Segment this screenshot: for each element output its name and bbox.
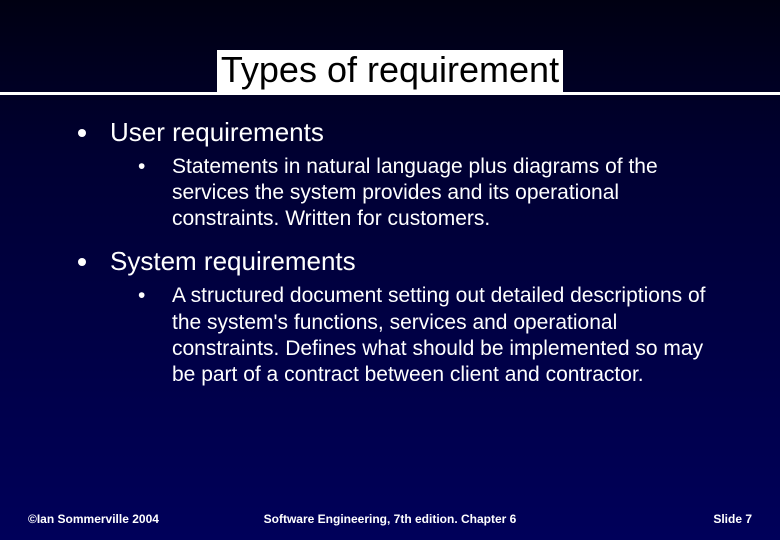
bullet-heading: User requirements bbox=[110, 117, 324, 147]
sub-bullet-item: A structured document setting out detail… bbox=[110, 283, 720, 388]
bullet-item: User requirements Statements in natural … bbox=[60, 117, 720, 233]
slide: Types of requirement User requirements S… bbox=[0, 0, 780, 540]
sub-bullet-text: A structured document setting out detail… bbox=[172, 284, 705, 386]
footer-center: Software Engineering, 7th edition. Chapt… bbox=[264, 512, 517, 526]
slide-title: Types of requirement bbox=[217, 50, 563, 92]
bullet-heading: System requirements bbox=[110, 246, 356, 276]
footer: ©Ian Sommerville 2004 Software Engineeri… bbox=[0, 512, 780, 526]
sub-bullet-text: Statements in natural language plus diag… bbox=[172, 155, 658, 231]
title-area: Types of requirement bbox=[0, 0, 780, 92]
content-area: User requirements Statements in natural … bbox=[0, 95, 780, 389]
bullet-item: System requirements A structured documen… bbox=[60, 246, 720, 388]
footer-right: Slide 7 bbox=[713, 512, 752, 526]
footer-left: ©Ian Sommerville 2004 bbox=[28, 512, 159, 526]
sub-bullet-item: Statements in natural language plus diag… bbox=[110, 154, 720, 233]
